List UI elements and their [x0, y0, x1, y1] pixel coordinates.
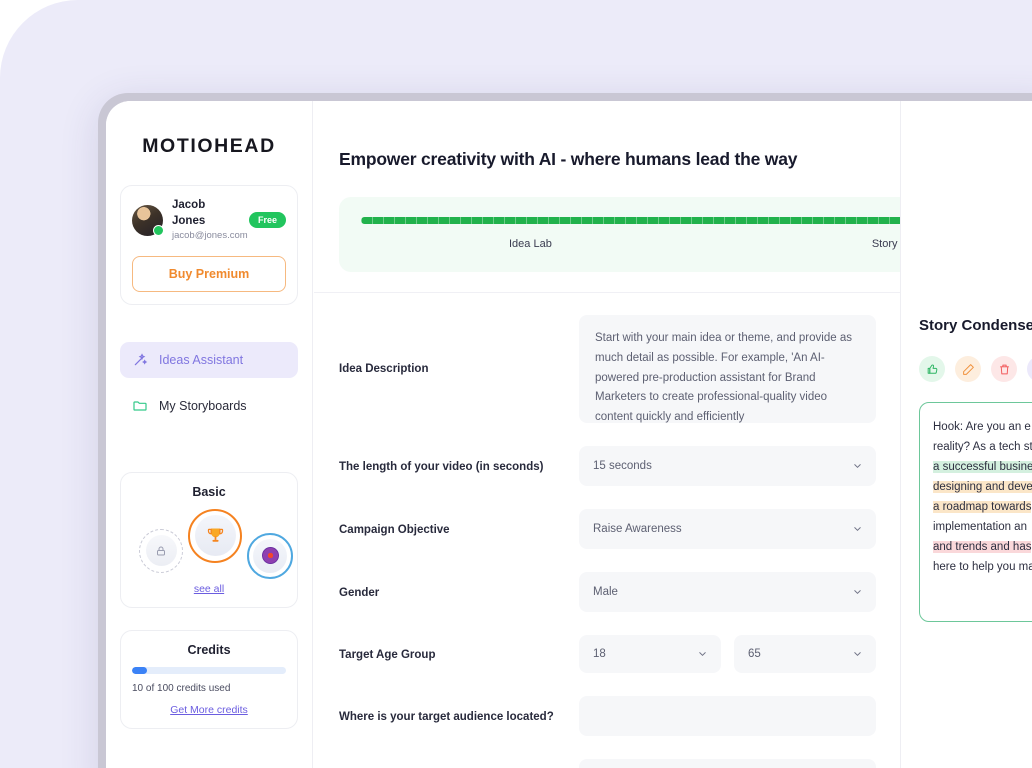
label-video-length: The length of your video (in seconds): [339, 460, 544, 473]
credits-card: Credits 10 of 100 credits used Get More …: [120, 629, 298, 729]
tone-select[interactable]: Friendly: [579, 759, 876, 768]
profile-name: Jacob Jones: [172, 199, 206, 227]
locked-badge[interactable]: [139, 528, 183, 573]
achievements-card: Basic see all: [120, 471, 298, 608]
label-audience-location: Where is your target audience located?: [339, 710, 554, 723]
user-profile-card: Jacob Jones jacob@jones.com Free Buy Pre…: [120, 185, 298, 305]
profile-row: Jacob Jones jacob@jones.com Free: [132, 198, 286, 243]
video-length-select[interactable]: 15 seconds: [579, 446, 876, 486]
story-condenser-panel: Story Condenser Hook: Are you an e reali…: [900, 101, 1032, 768]
story-line: a successful busine: [933, 461, 1032, 473]
sidebar: MOTIOHEAD Jacob Jones jacob@jones.com Fr…: [106, 101, 313, 768]
profile-email: jacob@jones.com: [172, 230, 248, 242]
video-length-value: 15 seconds: [593, 460, 652, 472]
plan-badge: Free: [248, 212, 286, 229]
flower-badge[interactable]: [247, 532, 293, 579]
badge-list: [132, 503, 293, 581]
panel-title: Story Condenser: [919, 317, 1032, 334]
sidebar-item-label: My Storyboards: [159, 398, 247, 413]
step-idea-lab[interactable]: Idea Lab: [509, 238, 552, 250]
lock-icon: [145, 535, 177, 567]
chevron-down-icon: [852, 461, 863, 472]
pencil-icon[interactable]: [955, 356, 981, 382]
gender-value: Male: [593, 586, 618, 598]
chevron-down-icon: [697, 649, 708, 660]
campaign-objective-value: Raise Awareness: [593, 523, 682, 535]
achievements-title: Basic: [192, 484, 226, 499]
sidebar-item-label: Ideas Assistant: [159, 352, 244, 367]
see-all-link[interactable]: see all: [132, 583, 286, 595]
sidebar-nav: Ideas Assistant My Storyboards: [120, 341, 298, 424]
trophy-icon: [194, 515, 236, 557]
chevron-down-icon: [852, 587, 863, 598]
thumbs-up-icon[interactable]: [919, 356, 945, 382]
sidebar-item-ideas-assistant[interactable]: Ideas Assistant: [120, 341, 298, 378]
label-campaign-objective: Campaign Objective: [339, 523, 450, 536]
story-line: designing and deve: [933, 481, 1032, 493]
story-output-text[interactable]: Hook: Are you an e reality? As a tech st a…: [919, 402, 1032, 622]
age-max-value: 65: [748, 648, 761, 660]
age-range-pair: 18 65: [579, 635, 876, 673]
chevron-down-icon: [852, 649, 863, 660]
get-more-credits-link[interactable]: Get More credits: [132, 704, 286, 716]
trophy-badge[interactable]: [188, 508, 242, 563]
credits-title: Credits: [187, 642, 231, 657]
audience-location-input[interactable]: [579, 696, 876, 736]
folder-icon: [132, 398, 148, 414]
story-line: Hook: Are you an e: [933, 421, 1031, 433]
age-max-select[interactable]: 65: [734, 635, 876, 673]
flower-icon: [253, 538, 287, 573]
app-logo: MOTIOHEAD: [142, 135, 276, 157]
sidebar-item-my-storyboards[interactable]: My Storyboards: [120, 388, 298, 424]
age-min-select[interactable]: 18: [579, 635, 721, 673]
story-line: implementation an: [933, 521, 1027, 533]
more-icon[interactable]: [1027, 356, 1032, 382]
label-gender: Gender: [339, 586, 380, 599]
profile-text: Jacob Jones jacob@jones.com: [172, 198, 248, 243]
story-line: reality? As a tech st: [933, 441, 1032, 453]
chevron-down-icon: [852, 524, 863, 535]
story-line: a roadmap towards: [933, 501, 1032, 513]
avatar: [132, 204, 164, 236]
campaign-objective-select[interactable]: Raise Awareness: [579, 509, 876, 549]
label-idea-description: Idea Description: [339, 363, 429, 375]
buy-premium-button[interactable]: Buy Premium: [132, 255, 286, 292]
credits-used-text: 10 of 100 credits used: [132, 682, 231, 694]
credits-progress-bar: [132, 666, 286, 674]
age-min-value: 18: [593, 648, 606, 660]
magic-wand-icon: [132, 352, 148, 368]
credits-progress-fill: [132, 666, 148, 674]
story-line: here to help you ma: [933, 561, 1032, 573]
app-window: MOTIOHEAD Jacob Jones jacob@jones.com Fr…: [106, 101, 1032, 768]
gender-select[interactable]: Male: [579, 572, 876, 612]
panel-action-bar: [919, 356, 1032, 382]
label-target-age-group: Target Age Group: [339, 648, 436, 661]
story-line: and trends and has: [933, 541, 1032, 553]
trash-icon[interactable]: [991, 356, 1017, 382]
idea-description-input[interactable]: Start with your main idea or theme, and …: [579, 315, 876, 423]
